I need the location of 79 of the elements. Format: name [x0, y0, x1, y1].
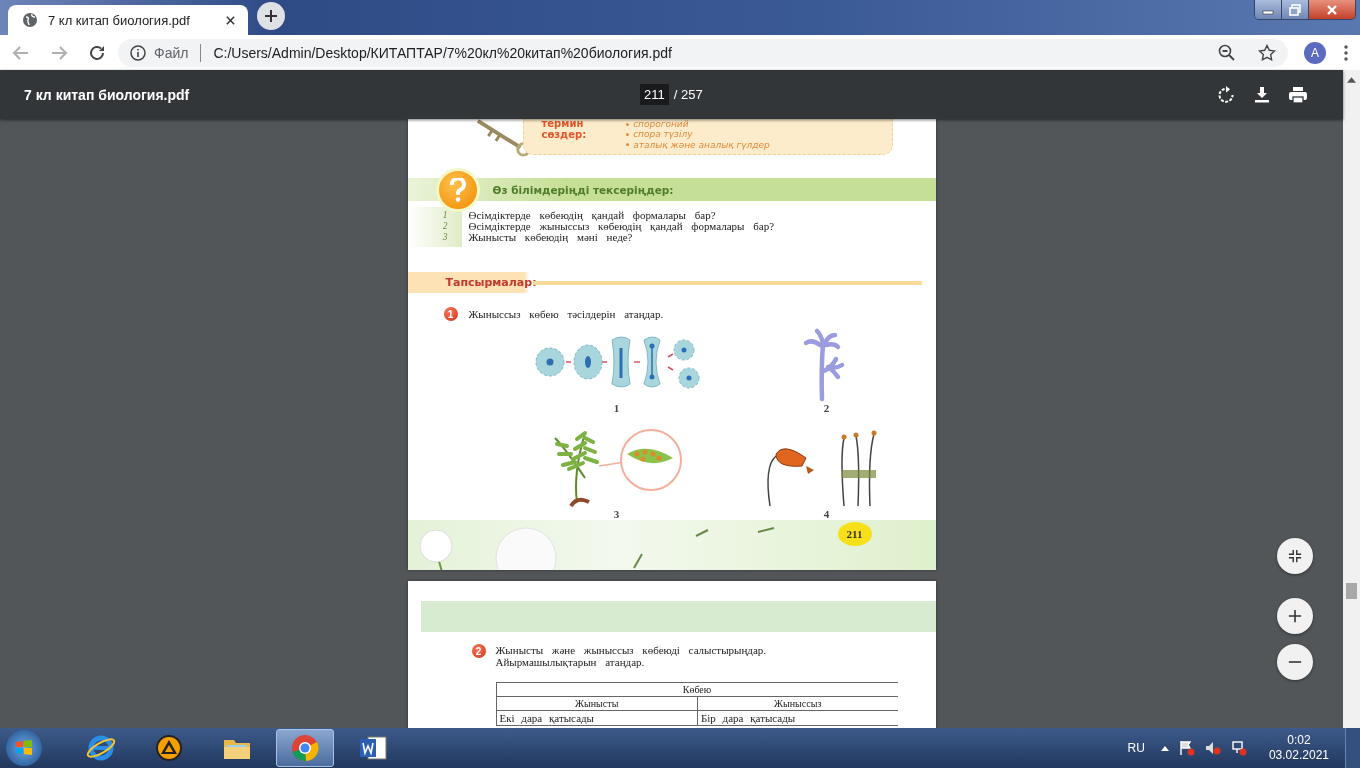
- fit-page-button[interactable]: [1277, 538, 1313, 574]
- bullet-icon: [626, 122, 630, 126]
- zoom-out-icon[interactable]: [1218, 43, 1236, 62]
- minimize-button[interactable]: [1255, 0, 1282, 19]
- close-icon: [1326, 3, 1338, 16]
- question-text: Өсімдіктерде жыныссыз көбеюдің қандай формалары бар?: [468, 221, 775, 233]
- section-title: Өз білімдеріңді тексеріңдер:: [492, 183, 674, 196]
- terms-heading: термин: [541, 119, 585, 130]
- column-header: Жыныссыз: [697, 696, 898, 711]
- word-document-icon: [358, 733, 388, 763]
- close-window-button[interactable]: [1309, 0, 1355, 19]
- scroll-up-icon[interactable]: [1347, 77, 1356, 83]
- figure-label: 4: [823, 508, 830, 520]
- page-number-field[interactable]: 211: [640, 84, 669, 105]
- term-item: спорогоний: [633, 119, 689, 130]
- flag-icon[interactable]: [1178, 740, 1195, 756]
- column-header: Жынысты: [496, 696, 698, 711]
- new-tab-button[interactable]: [257, 2, 285, 30]
- page-number-badge: 211: [837, 522, 872, 546]
- clock-date[interactable]: 03.02.2021: [1268, 748, 1329, 763]
- close-icon[interactable]: [225, 14, 236, 26]
- download-icon[interactable]: [1252, 84, 1272, 105]
- bullet-icon: [626, 143, 630, 147]
- language-indicator[interactable]: RU: [1127, 741, 1145, 755]
- globe-icon: [22, 12, 38, 28]
- network-icon[interactable]: [1230, 740, 1247, 756]
- info-icon[interactable]: [130, 44, 146, 61]
- address-field[interactable]: Файл C:/Users/Admin/Desktop/КИТАПТАР/7%20кл%20китап%20биология.pdf: [118, 38, 1288, 67]
- menu-icon[interactable]: [1344, 44, 1348, 61]
- zoom-out-button[interactable]: [1277, 644, 1313, 680]
- figure-label: 3: [613, 508, 620, 520]
- file-scheme-label: Файл: [154, 44, 189, 61]
- page-total: / 257: [673, 87, 703, 102]
- figure-label: 1: [613, 402, 620, 414]
- term-item: спора түзілу: [633, 129, 693, 140]
- windows-logo-icon: [14, 738, 34, 758]
- question-number: 1: [442, 210, 448, 222]
- tasks-title: Тапсырмалар:: [445, 276, 537, 290]
- plus-icon: [264, 9, 278, 23]
- browser-e-icon: [86, 733, 116, 763]
- plus-icon: [1288, 609, 1302, 623]
- rotate-icon[interactable]: [1216, 84, 1236, 105]
- clock-time[interactable]: 0:02: [1287, 733, 1311, 748]
- reload-icon[interactable]: [88, 43, 106, 62]
- profile-avatar[interactable]: A: [1304, 41, 1326, 64]
- document-title: 7 кл китап биология.pdf: [24, 86, 191, 103]
- speaker-icon[interactable]: [1204, 740, 1221, 756]
- key-drawing: [475, 119, 531, 157]
- scrollbar-thumb[interactable]: [1346, 583, 1357, 599]
- question-number: 3: [442, 232, 448, 244]
- print-icon[interactable]: [1288, 84, 1308, 105]
- task-number-badge: 1: [443, 307, 458, 321]
- question-number: 2: [442, 221, 448, 233]
- question-text: Жынысты көбеюдің мәні неде?: [468, 232, 633, 244]
- tab-title: 7 кл китап биология.pdf: [48, 12, 191, 28]
- question-text: Өсімдіктерде көбеюдің қандай формалары бар?: [468, 210, 716, 222]
- browser-tab[interactable]: 7 кл китап биология.pdf: [8, 5, 248, 35]
- triangle-logo-icon: [154, 733, 184, 763]
- url-text: C:/Users/Admin/Desktop/КИТАПТАР/7%20кл%20китап%20биология.pdf: [213, 44, 672, 61]
- restore-button[interactable]: [1282, 0, 1309, 19]
- star-icon[interactable]: [1258, 43, 1276, 62]
- bullet-icon: [626, 133, 630, 136]
- task-number-badge: 2: [471, 644, 486, 658]
- shrink-icon: [1288, 549, 1302, 563]
- zoom-in-button[interactable]: [1277, 598, 1313, 634]
- task-text: Жынысты және жыныссыз көбеюді салыстырыңдар.: [495, 644, 767, 656]
- tray-arrow-icon[interactable]: [1160, 745, 1169, 751]
- start-button[interactable]: [6, 730, 42, 766]
- restore-icon: [1289, 3, 1301, 16]
- scrollbar[interactable]: [1343, 70, 1360, 728]
- table-cell: Бір дара қатысады: [697, 710, 898, 726]
- chrome-logo-icon: [290, 733, 320, 763]
- figure-label: 2: [823, 402, 830, 414]
- table-caption: Көбею: [496, 682, 898, 697]
- term-item: аталық және аналық гүлдер: [633, 139, 770, 151]
- task-text: Жыныссыз көбею тәсілдерін атаңдар.: [468, 308, 664, 320]
- table-cell: Екі дара қатысады: [496, 710, 698, 726]
- terms-heading: сөздер:: [541, 129, 587, 140]
- task-text: Айырмашылықтарын атаңдар.: [495, 656, 646, 668]
